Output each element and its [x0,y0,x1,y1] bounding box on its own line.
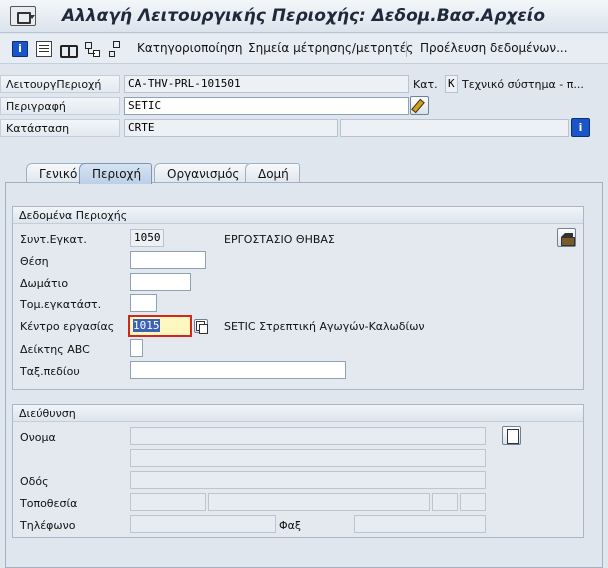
binoculars-icon[interactable] [60,41,78,58]
func-location-field[interactable]: CA-THV-PRL-101501 [124,75,409,93]
location-label: Τοποθεσία [20,497,78,510]
plant-field[interactable]: 1050 [130,229,164,247]
plant-label: Συντ.Εγκατ. [20,233,87,246]
country-field [432,493,458,511]
location-data-title: Δεδομένα Περιοχής [13,207,583,224]
work-center-value: 1015 [133,319,160,332]
work-center-text: SETIC Στρεπτική Αγωγών-Καλωδίων [224,320,425,333]
street-label: Οδός [20,475,49,488]
measurement-points-button[interactable]: Σημεία μέτρησης/μετρητές [248,41,413,55]
work-center-label: Κέντρο εργασίας [20,320,115,333]
tab-structure[interactable]: Δομή [245,163,300,183]
tab-location[interactable]: Περιοχή [79,163,153,184]
document-list-icon[interactable] [36,41,52,57]
plant-section-label: Τομ.εγκατάστ. [20,298,102,311]
name-field [130,427,486,445]
category-text: Τεχνικό σύστημα - π... [462,78,584,91]
structure-icon[interactable] [84,41,100,57]
menu-icon[interactable] [10,6,36,26]
func-location-label: ΛειτουργΠεριοχή [0,75,120,93]
factory-icon[interactable] [557,228,576,247]
room-field[interactable] [130,273,191,291]
window-title: Αλλαγή Λειτουργικής Περιοχής: Δεδομ.Βασ.… [62,6,546,26]
abc-indicator-field[interactable] [130,339,143,357]
room-label: Δωμάτιο [20,277,69,290]
abc-indicator-label: Δείκτης ABC [20,343,90,356]
position-field[interactable] [130,251,206,269]
status-field[interactable]: CRTE [124,119,338,137]
category-label: Κατ. [413,78,438,91]
plant-text: ΕΡΓΟΣΤΑΣΙΟ ΘΗΒΑΣ [224,233,335,246]
status-info-icon[interactable]: i [571,118,590,137]
hierarchy-icon[interactable] [108,41,124,57]
fax-label: Φαξ [279,519,302,532]
phone-field [130,515,276,533]
city-field [208,493,430,511]
categorization-button[interactable]: Κατηγοριοποίηση [137,41,243,55]
status-text-field[interactable] [340,119,569,137]
description-label: Περιγραφή [0,97,120,115]
title-bar: Αλλαγή Λειτουργικής Περιοχής: Δεδομ.Βασ.… [0,0,608,33]
tab-organization[interactable]: Οργανισμός [154,163,251,183]
description-field[interactable]: SETIC [124,97,409,115]
name-field-2 [130,449,486,467]
fax-field [354,515,486,533]
long-text-pencil-icon[interactable] [410,96,429,115]
info-icon[interactable]: i [12,41,28,57]
phone-label: Τηλέφωνο [20,519,76,532]
position-label: Θέση [20,255,49,268]
street-field [130,471,486,489]
category-field[interactable]: K [445,75,458,93]
sort-field-input[interactable] [130,361,346,379]
name-label: Ονομα [20,431,56,444]
application-toolbar: i Κατηγοριοποίηση Σημεία μέτρησης/μετρητ… [0,34,608,64]
region-field [460,493,486,511]
status-label: Κατάσταση [0,119,120,137]
address-title: Διεύθυνση [13,405,583,422]
work-center-field[interactable]: 1015 [128,315,192,337]
toolbar-separator [406,41,407,57]
data-origin-button[interactable]: Προέλευση δεδομένων... [420,41,568,55]
new-document-icon[interactable] [502,426,521,445]
plant-section-field[interactable] [130,294,157,312]
work-center-copy-icon[interactable] [194,319,208,334]
postal-code-field [130,493,206,511]
sort-field-label: Ταξ.πεδίου [20,365,80,378]
